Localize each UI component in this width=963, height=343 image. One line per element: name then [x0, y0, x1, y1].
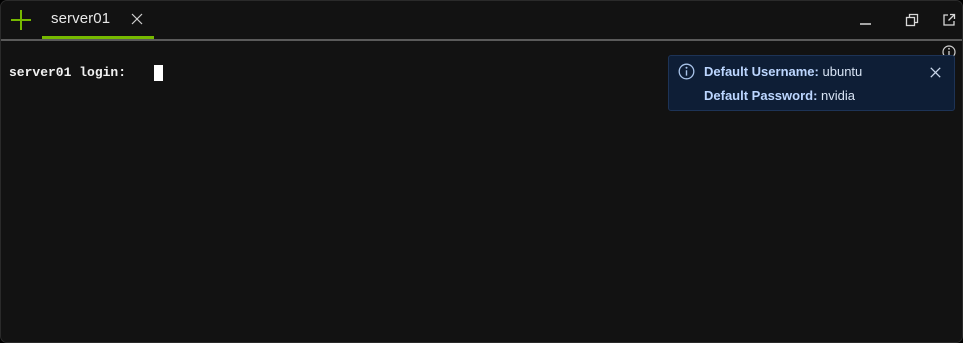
tab-bar: server01 [1, 1, 962, 39]
terminal-cursor [154, 65, 163, 81]
tab-label: server01 [51, 10, 111, 27]
plus-icon[interactable] [10, 9, 32, 31]
close-icon[interactable] [930, 67, 941, 78]
login-prompt: server01 login: [9, 65, 134, 80]
info-icon [678, 63, 695, 80]
password-label: Default Password: [704, 88, 818, 103]
credentials-notification: Default Username: ubuntu Default Passwor… [668, 55, 955, 111]
minimize-icon[interactable] [859, 13, 873, 27]
console-window: server01 server01 login: Default Usernam… [1, 1, 962, 342]
default-password-row: Default Password: nvidia [704, 88, 855, 103]
username-label: Default Username: [704, 64, 819, 79]
tab-server01[interactable]: server01 [42, 1, 154, 39]
external-link-icon[interactable] [942, 13, 956, 27]
close-icon[interactable] [131, 13, 143, 25]
default-username-row: Default Username: ubuntu [704, 64, 862, 79]
restore-window-icon[interactable] [905, 13, 919, 27]
username-value: ubuntu [822, 64, 863, 79]
password-value: nvidia [821, 88, 856, 103]
